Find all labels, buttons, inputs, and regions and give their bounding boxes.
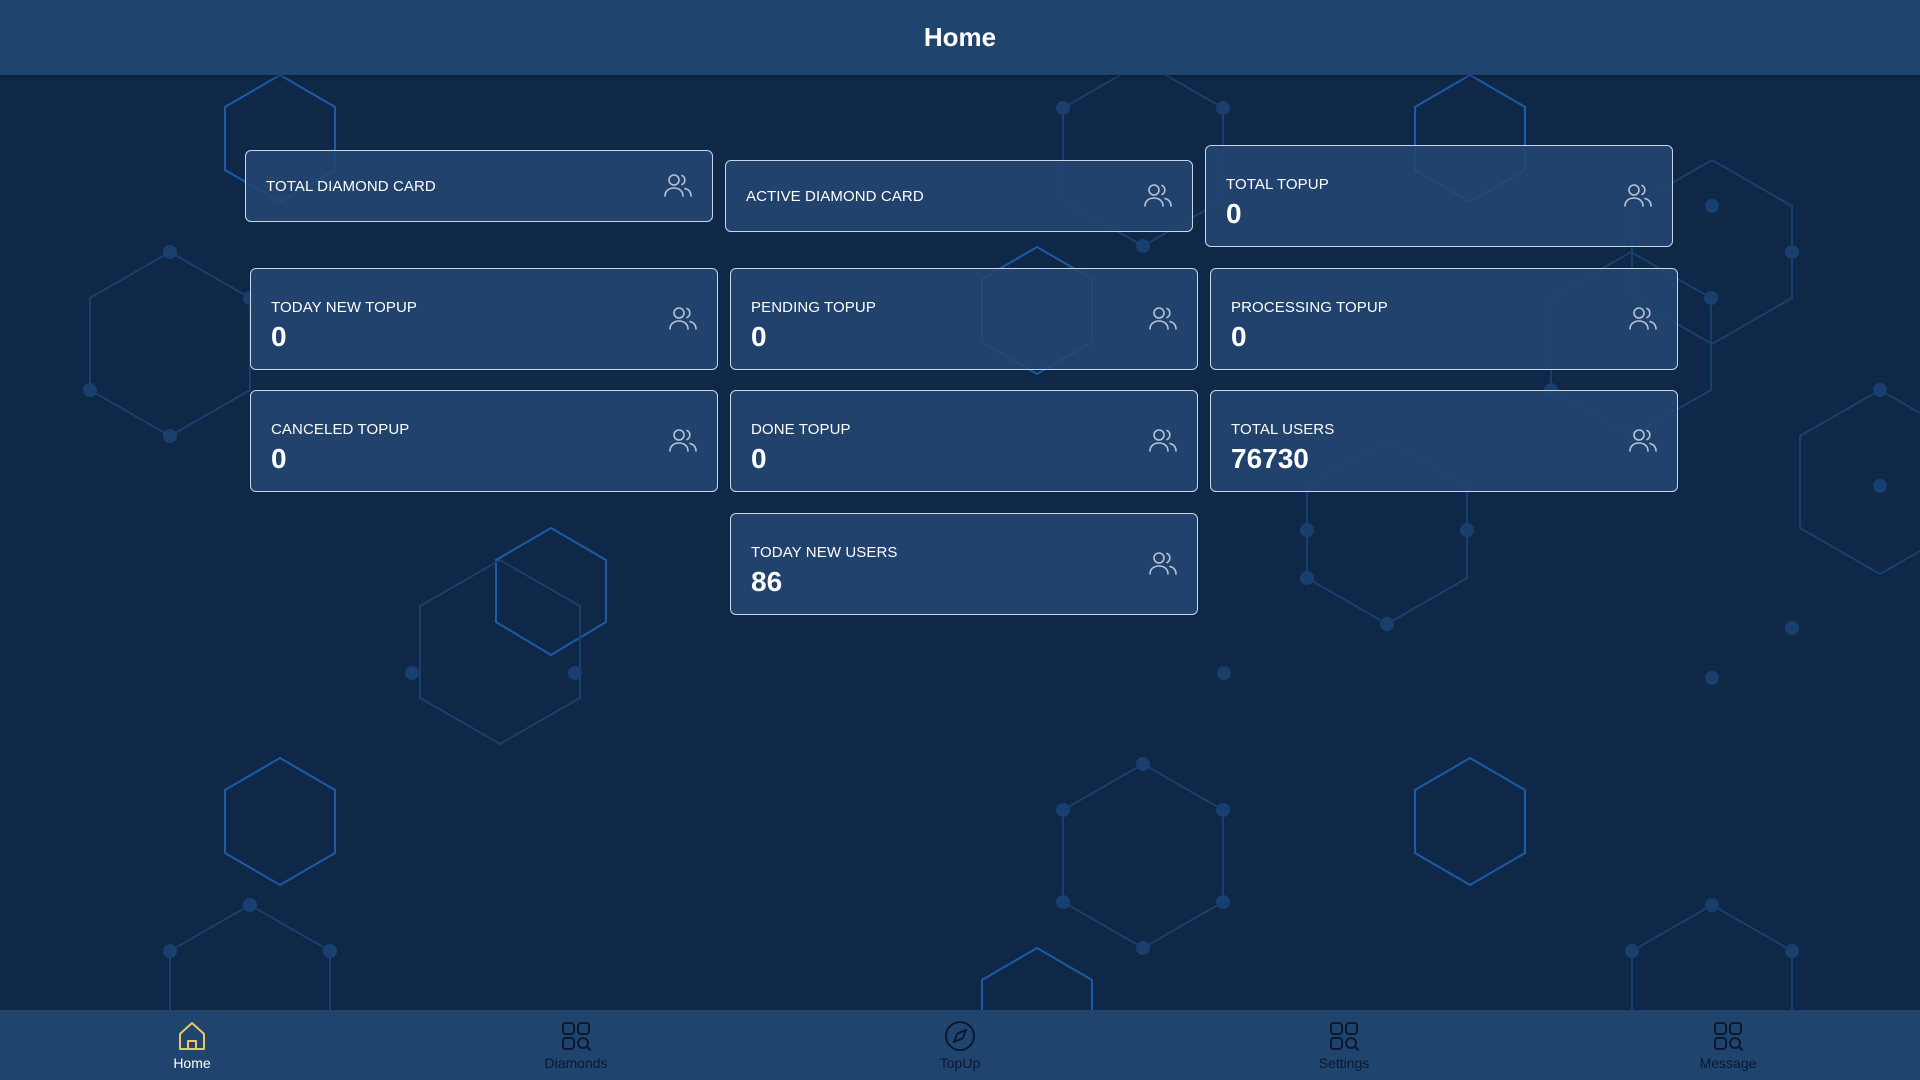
- card-label: TOTAL DIAMOND CARD: [266, 178, 436, 195]
- card-processing-topup[interactable]: PROCESSING TOPUP 0: [1210, 268, 1678, 370]
- card-label: PENDING TOPUP: [751, 299, 876, 316]
- card-total-topup[interactable]: TOTAL TOPUP 0: [1205, 145, 1673, 247]
- users-icon: [1149, 429, 1177, 452]
- users-icon: [1144, 184, 1172, 207]
- grid-search-icon: [562, 1022, 591, 1051]
- users-icon: [1624, 184, 1652, 207]
- users-icon: [669, 307, 697, 330]
- nav-label: TopUp: [939, 1055, 981, 1071]
- grid-search-icon: [1330, 1022, 1359, 1051]
- card-label: TODAY NEW TOPUP: [271, 299, 417, 316]
- card-value: 76730: [1231, 443, 1309, 474]
- compass-icon: [945, 1021, 975, 1051]
- users-icon: [664, 174, 692, 197]
- users-icon: [1629, 307, 1657, 330]
- card-done-topup[interactable]: DONE TOPUP 0: [730, 390, 1198, 492]
- page-title: Home: [923, 22, 997, 52]
- nav-item-settings[interactable]: Settings: [1264, 1010, 1424, 1080]
- users-icon: [1149, 552, 1177, 575]
- card-pending-topup[interactable]: PENDING TOPUP 0: [730, 268, 1198, 370]
- users-icon: [1629, 429, 1657, 452]
- nav-label: Diamonds: [544, 1055, 608, 1071]
- card-total-diamond-card[interactable]: TOTAL DIAMOND CARD: [245, 150, 713, 222]
- card-label: CANCELED TOPUP: [271, 421, 410, 438]
- nav-item-home[interactable]: Home: [112, 1010, 272, 1080]
- card-value: 86: [751, 566, 783, 597]
- nav-label: Settings: [1318, 1055, 1370, 1071]
- bottom-navigation-bar: Home Diamonds TopUp Settings Message: [0, 1010, 1920, 1080]
- card-value: 0: [1231, 321, 1247, 352]
- card-value: 0: [751, 321, 767, 352]
- card-label: TOTAL USERS: [1231, 421, 1335, 438]
- nav-item-message[interactable]: Message: [1648, 1010, 1808, 1080]
- card-label: ACTIVE DIAMOND CARD: [746, 188, 924, 205]
- home-icon: [179, 1022, 205, 1050]
- card-value: 0: [271, 443, 287, 474]
- nav-label: Message: [1699, 1055, 1757, 1071]
- users-icon: [1149, 307, 1177, 330]
- grid-search-icon: [1714, 1022, 1743, 1051]
- card-label: PROCESSING TOPUP: [1231, 299, 1388, 316]
- users-icon: [669, 429, 697, 452]
- card-label: DONE TOPUP: [751, 421, 851, 438]
- card-canceled-topup[interactable]: CANCELED TOPUP 0: [250, 390, 718, 492]
- app-root: Home TOTAL DIAMOND CARD ACTIVE DIAMOND C…: [0, 0, 1920, 1080]
- card-total-users[interactable]: TOTAL USERS 76730: [1210, 390, 1678, 492]
- card-label: TOTAL TOPUP: [1226, 176, 1329, 193]
- card-label: TODAY NEW USERS: [751, 544, 898, 561]
- card-today-new-users[interactable]: TODAY NEW USERS 86: [730, 513, 1198, 615]
- top-header: Home: [0, 0, 1920, 75]
- nav-item-topup[interactable]: TopUp: [880, 1010, 1040, 1080]
- nav-label: Home: [173, 1055, 211, 1071]
- card-value: 0: [271, 321, 287, 352]
- card-value: 0: [751, 443, 767, 474]
- card-value: 0: [1226, 198, 1242, 229]
- nav-item-diamonds[interactable]: Diamonds: [496, 1010, 656, 1080]
- card-today-new-topup[interactable]: TODAY NEW TOPUP 0: [250, 268, 718, 370]
- card-active-diamond-card[interactable]: ACTIVE DIAMOND CARD: [725, 160, 1193, 232]
